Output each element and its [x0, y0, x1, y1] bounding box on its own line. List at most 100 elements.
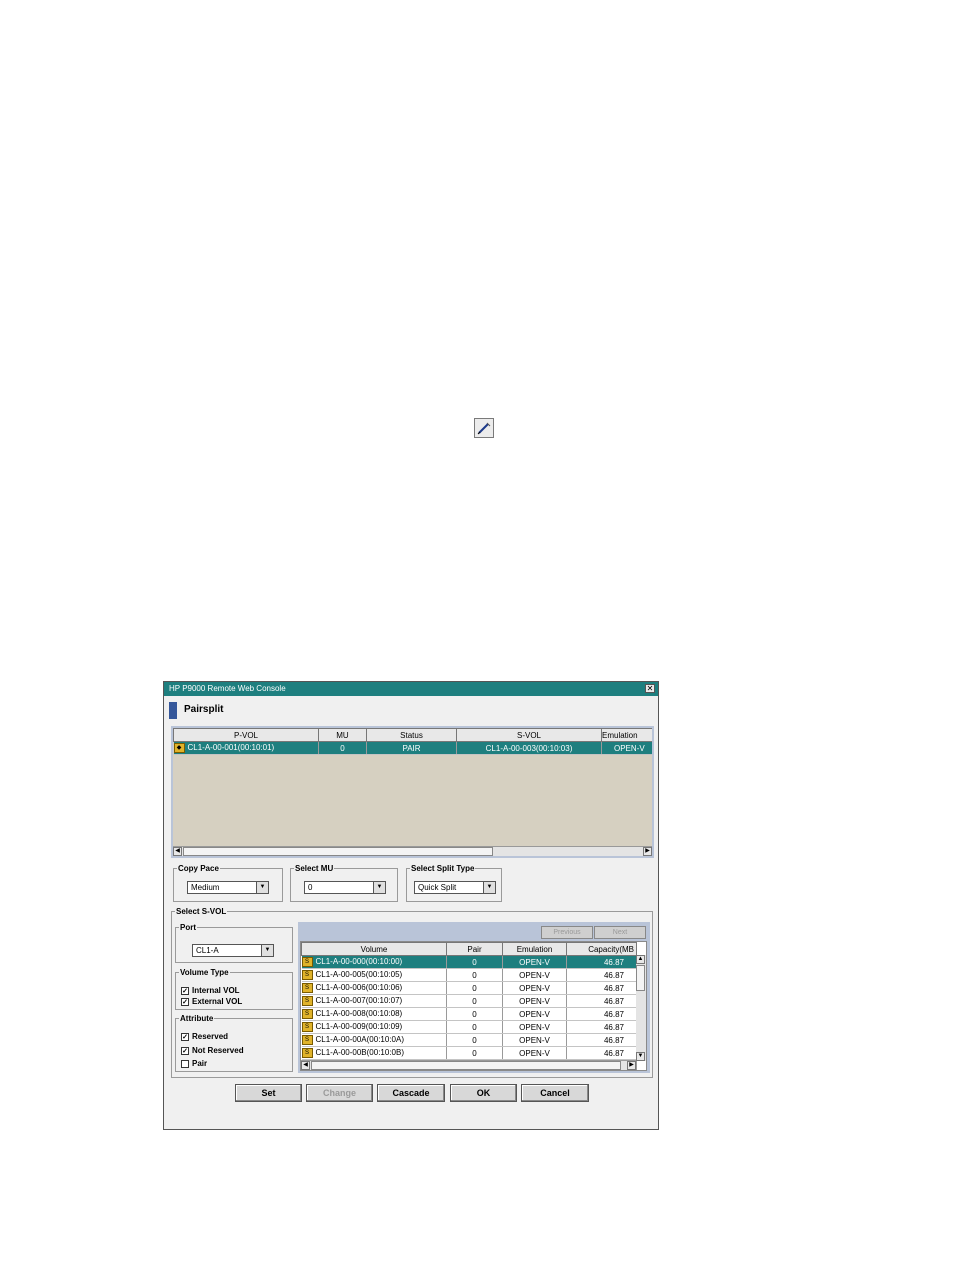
emulation-cell: OPEN-V [601, 741, 652, 755]
pair-cell: 0 [446, 968, 503, 982]
port-group: Port [175, 923, 293, 963]
table-row[interactable]: S CL1-A-00-007(00:10:07) 0 OPEN-V 46.87 [301, 994, 637, 1008]
checkbox-empty-icon[interactable] [181, 1059, 189, 1068]
copy-pace-select[interactable]: Medium ▼ [187, 881, 269, 894]
volume-value: CL1-A-00-00A(00:10:0A) [315, 1035, 405, 1045]
capacity-cell: 46.87 [566, 981, 637, 995]
scroll-thumb[interactable] [183, 847, 493, 856]
change-button[interactable]: Change [306, 1084, 373, 1102]
port-select[interactable]: CL1-A ▼ [192, 944, 274, 957]
column-header-svol[interactable]: S-VOL [456, 728, 602, 742]
pair-volume-icon: ◆ [173, 743, 185, 753]
svol-table: Volume Pair Emulation Capacity(MB S CL1-A… [300, 941, 647, 1071]
pvol-value: CL1-A-00-001(00:10:01) [187, 743, 275, 753]
emulation-cell: OPEN-V [502, 1020, 567, 1034]
svol-volume-icon: S [301, 1009, 313, 1019]
table-row[interactable]: S CL1-A-00-008(00:10:08) 0 OPEN-V 46.87 [301, 1007, 637, 1021]
page-title: Pairsplit [184, 704, 224, 715]
volume-value: CL1-A-00-005(00:10:05) [315, 970, 403, 980]
column-header-pvol[interactable]: P-VOL [173, 728, 319, 742]
volume-cell: S CL1-A-00-008(00:10:08) [301, 1007, 447, 1021]
column-header-emulation[interactable]: Emulation [601, 728, 652, 742]
emulation-cell: OPEN-V [502, 955, 567, 969]
scroll-left-icon[interactable]: ◀ [173, 847, 182, 856]
ok-button[interactable]: OK [450, 1084, 517, 1102]
scroll-right-icon[interactable]: ▶ [643, 847, 652, 856]
column-header-capacity[interactable]: Capacity(MB [566, 942, 637, 956]
column-header-emulation[interactable]: Emulation [502, 942, 567, 956]
column-header-pair[interactable]: Pair [446, 942, 503, 956]
checkbox-checked-icon[interactable]: ✓ [181, 986, 189, 995]
scroll-thumb[interactable] [311, 1061, 621, 1070]
column-header-mu[interactable]: MU [318, 728, 367, 742]
svol-volume-icon: S [301, 1048, 313, 1058]
volume-value: CL1-A-00-009(00:10:09) [315, 1022, 403, 1032]
table-row[interactable]: S CL1-A-00-000(00:10:00) 0 OPEN-V 46.87 [301, 955, 637, 969]
chevron-down-icon[interactable]: ▼ [373, 882, 385, 893]
table-row[interactable]: S CL1-A-00-005(00:10:05) 0 OPEN-V 46.87 [301, 968, 637, 982]
volume-cell: S CL1-A-00-000(00:10:00) [301, 955, 447, 969]
chevron-down-icon[interactable]: ▼ [483, 882, 495, 893]
table-row[interactable]: S CL1-A-00-00A(00:10:0A) 0 OPEN-V 46.87 [301, 1033, 637, 1047]
copy-pace-label: Copy Pace [178, 864, 219, 873]
copy-pace-value: Medium [191, 883, 220, 892]
chevron-down-icon[interactable]: ▼ [256, 882, 268, 893]
pair-cell: 0 [446, 1046, 503, 1060]
scroll-up-icon[interactable]: ▲ [636, 955, 645, 964]
attribute-label: Attribute [180, 1014, 214, 1023]
next-button[interactable]: Next [594, 926, 646, 939]
emulation-cell: OPEN-V [502, 994, 567, 1008]
checkbox-checked-icon[interactable]: ✓ [181, 1046, 189, 1055]
column-header-status[interactable]: Status [366, 728, 457, 742]
table-row[interactable]: ◆ CL1-A-00-001(00:10:01) 0 PAIR CL1-A-00-… [173, 741, 652, 755]
scroll-thumb[interactable] [636, 965, 645, 991]
internal-vol-checkbox[interactable]: ✓ Internal VOL [181, 986, 240, 996]
scroll-left-icon[interactable]: ◀ [301, 1061, 310, 1070]
cascade-button[interactable]: Cascade [377, 1084, 445, 1102]
set-button[interactable]: Set [235, 1084, 302, 1102]
pair-label: Pair [192, 1059, 208, 1068]
column-header-volume[interactable]: Volume [301, 942, 447, 956]
svol-volume-icon: S [301, 970, 313, 980]
reserved-checkbox[interactable]: ✓ Reserved [181, 1032, 228, 1042]
pvol-cell: ◆ CL1-A-00-001(00:10:01) [173, 741, 319, 755]
capacity-cell: 46.87 [566, 1033, 637, 1047]
table-row[interactable]: S CL1-A-00-006(00:10:06) 0 OPEN-V 46.87 [301, 981, 637, 995]
cancel-button[interactable]: Cancel [521, 1084, 589, 1102]
scroll-down-icon[interactable]: ▼ [636, 1052, 645, 1061]
scroll-right-icon[interactable]: ▶ [627, 1061, 636, 1070]
svol-volume-icon: S [301, 996, 313, 1006]
svol-volume-icon: S [301, 983, 313, 993]
svol-hscrollbar[interactable]: ◀ ▶ [301, 1060, 636, 1070]
previous-button[interactable]: Previous [541, 926, 593, 939]
external-vol-checkbox[interactable]: ✓ External VOL [181, 997, 242, 1007]
checkbox-checked-icon[interactable]: ✓ [181, 997, 189, 1006]
volume-value: CL1-A-00-006(00:10:06) [315, 983, 403, 993]
svol-vscrollbar[interactable]: ▲ ▼ [636, 955, 646, 1061]
select-mu-select[interactable]: 0 ▼ [304, 881, 386, 894]
reserved-label: Reserved [192, 1032, 229, 1041]
pair-table-hscrollbar[interactable]: ◀ ▶ [173, 846, 652, 856]
split-type-select[interactable]: Quick Split ▼ [414, 881, 496, 894]
chevron-down-icon[interactable]: ▼ [261, 945, 273, 956]
volume-cell: S CL1-A-00-00A(00:10:0A) [301, 1033, 447, 1047]
close-icon[interactable]: ✕ [645, 684, 655, 693]
pair-cell: 0 [446, 1007, 503, 1021]
window-title: HP P9000 Remote Web Console [164, 682, 658, 696]
select-svol-label: Select S-VOL [176, 907, 227, 916]
not-reserved-checkbox[interactable]: ✓ Not Reserved [181, 1046, 244, 1056]
table-row[interactable]: S CL1-A-00-00B(00:10:0B) 0 OPEN-V 46.87 [301, 1046, 637, 1060]
pair-cell: 0 [446, 1020, 503, 1034]
volume-cell: S CL1-A-00-006(00:10:06) [301, 981, 447, 995]
checkbox-checked-icon[interactable]: ✓ [181, 1032, 189, 1041]
emulation-cell: OPEN-V [502, 1033, 567, 1047]
pair-cell: 0 [446, 1033, 503, 1047]
split-type-label: Select Split Type [411, 864, 475, 873]
pair-checkbox[interactable]: Pair [181, 1059, 207, 1069]
pen-icon[interactable] [474, 418, 494, 438]
volume-type-label: Volume Type [180, 968, 229, 977]
table-row[interactable]: S CL1-A-00-009(00:10:09) 0 OPEN-V 46.87 [301, 1020, 637, 1034]
mu-cell: 0 [318, 741, 367, 755]
volume-value: CL1-A-00-008(00:10:08) [315, 1009, 403, 1019]
select-mu-value: 0 [308, 883, 313, 892]
